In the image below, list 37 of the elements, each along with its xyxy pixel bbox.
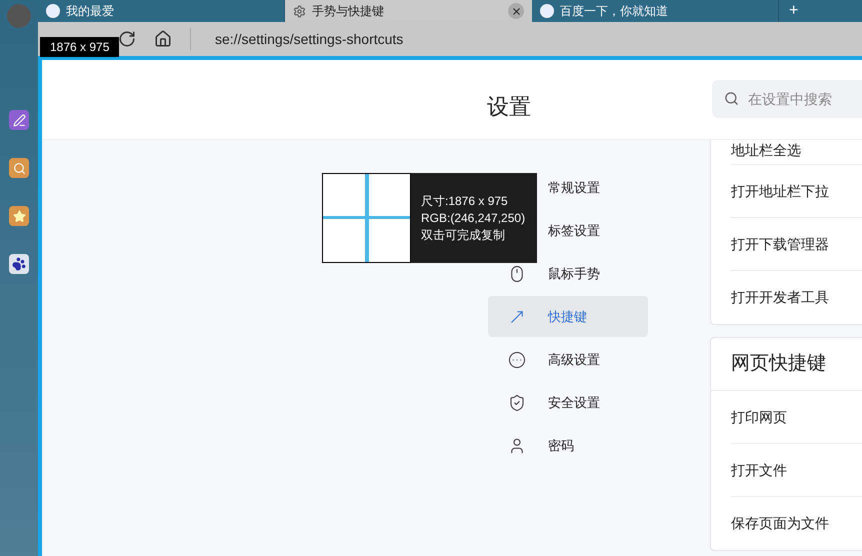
settings-nav-item[interactable]: 高级设置 (488, 339, 648, 380)
tab-title: 手势与快捷键 (312, 3, 385, 20)
search-icon (724, 91, 739, 106)
tab-title: 我的最爱 (66, 3, 115, 20)
url-field[interactable]: se://settings/settings-shortcuts (215, 28, 404, 50)
site-icon (46, 4, 60, 18)
gear-icon (293, 4, 306, 18)
ellipsis-icon (508, 350, 526, 368)
size-label: 1876 x 975 (40, 37, 120, 57)
site-icon (540, 4, 554, 18)
section-title: 网页快捷键 (711, 338, 862, 391)
ruler-info-text: RGB:(246,247,250) (421, 210, 526, 226)
search-field[interactable]: 在设置中搜索 (712, 80, 862, 118)
shortcut-label: 打开文件 (731, 444, 862, 497)
page-title: 设置 (487, 93, 531, 121)
shortcut-label: 打开下载管理器 (731, 218, 862, 271)
paw-icon[interactable] (9, 254, 29, 274)
shortcut-label: 地址栏全选 (731, 140, 862, 165)
ruler-info-text: 双击可完成复制 (421, 226, 506, 244)
shortcut-label: 打印网页 (731, 391, 862, 444)
pen-icon[interactable] (9, 110, 29, 130)
home-icon[interactable] (154, 30, 172, 48)
shield-icon (508, 394, 526, 412)
tab-title: 百度一下，你就知道 (560, 3, 669, 20)
settings-nav-item[interactable]: 快捷键 (488, 296, 648, 337)
shortcut-label: 保存页面为文件 (731, 514, 830, 533)
shortcut-label: 打开开发者工具 (731, 288, 830, 307)
close-icon[interactable] (508, 3, 524, 19)
browser-tab[interactable]: 手势与快捷键 (285, 0, 532, 22)
settings-nav-item[interactable]: 鼠标手势 (488, 253, 648, 294)
ruler-info-text: 尺寸:1876 x 975 (421, 192, 509, 210)
settings-nav-item[interactable]: 密码 (488, 425, 648, 466)
shortcut-label: 打开地址栏下拉 (731, 165, 862, 218)
reload-icon[interactable] (118, 30, 136, 48)
search-icon[interactable] (9, 158, 29, 178)
new-tab-button[interactable]: + (779, 0, 808, 22)
settings-nav-item[interactable]: 安全设置 (488, 382, 648, 423)
